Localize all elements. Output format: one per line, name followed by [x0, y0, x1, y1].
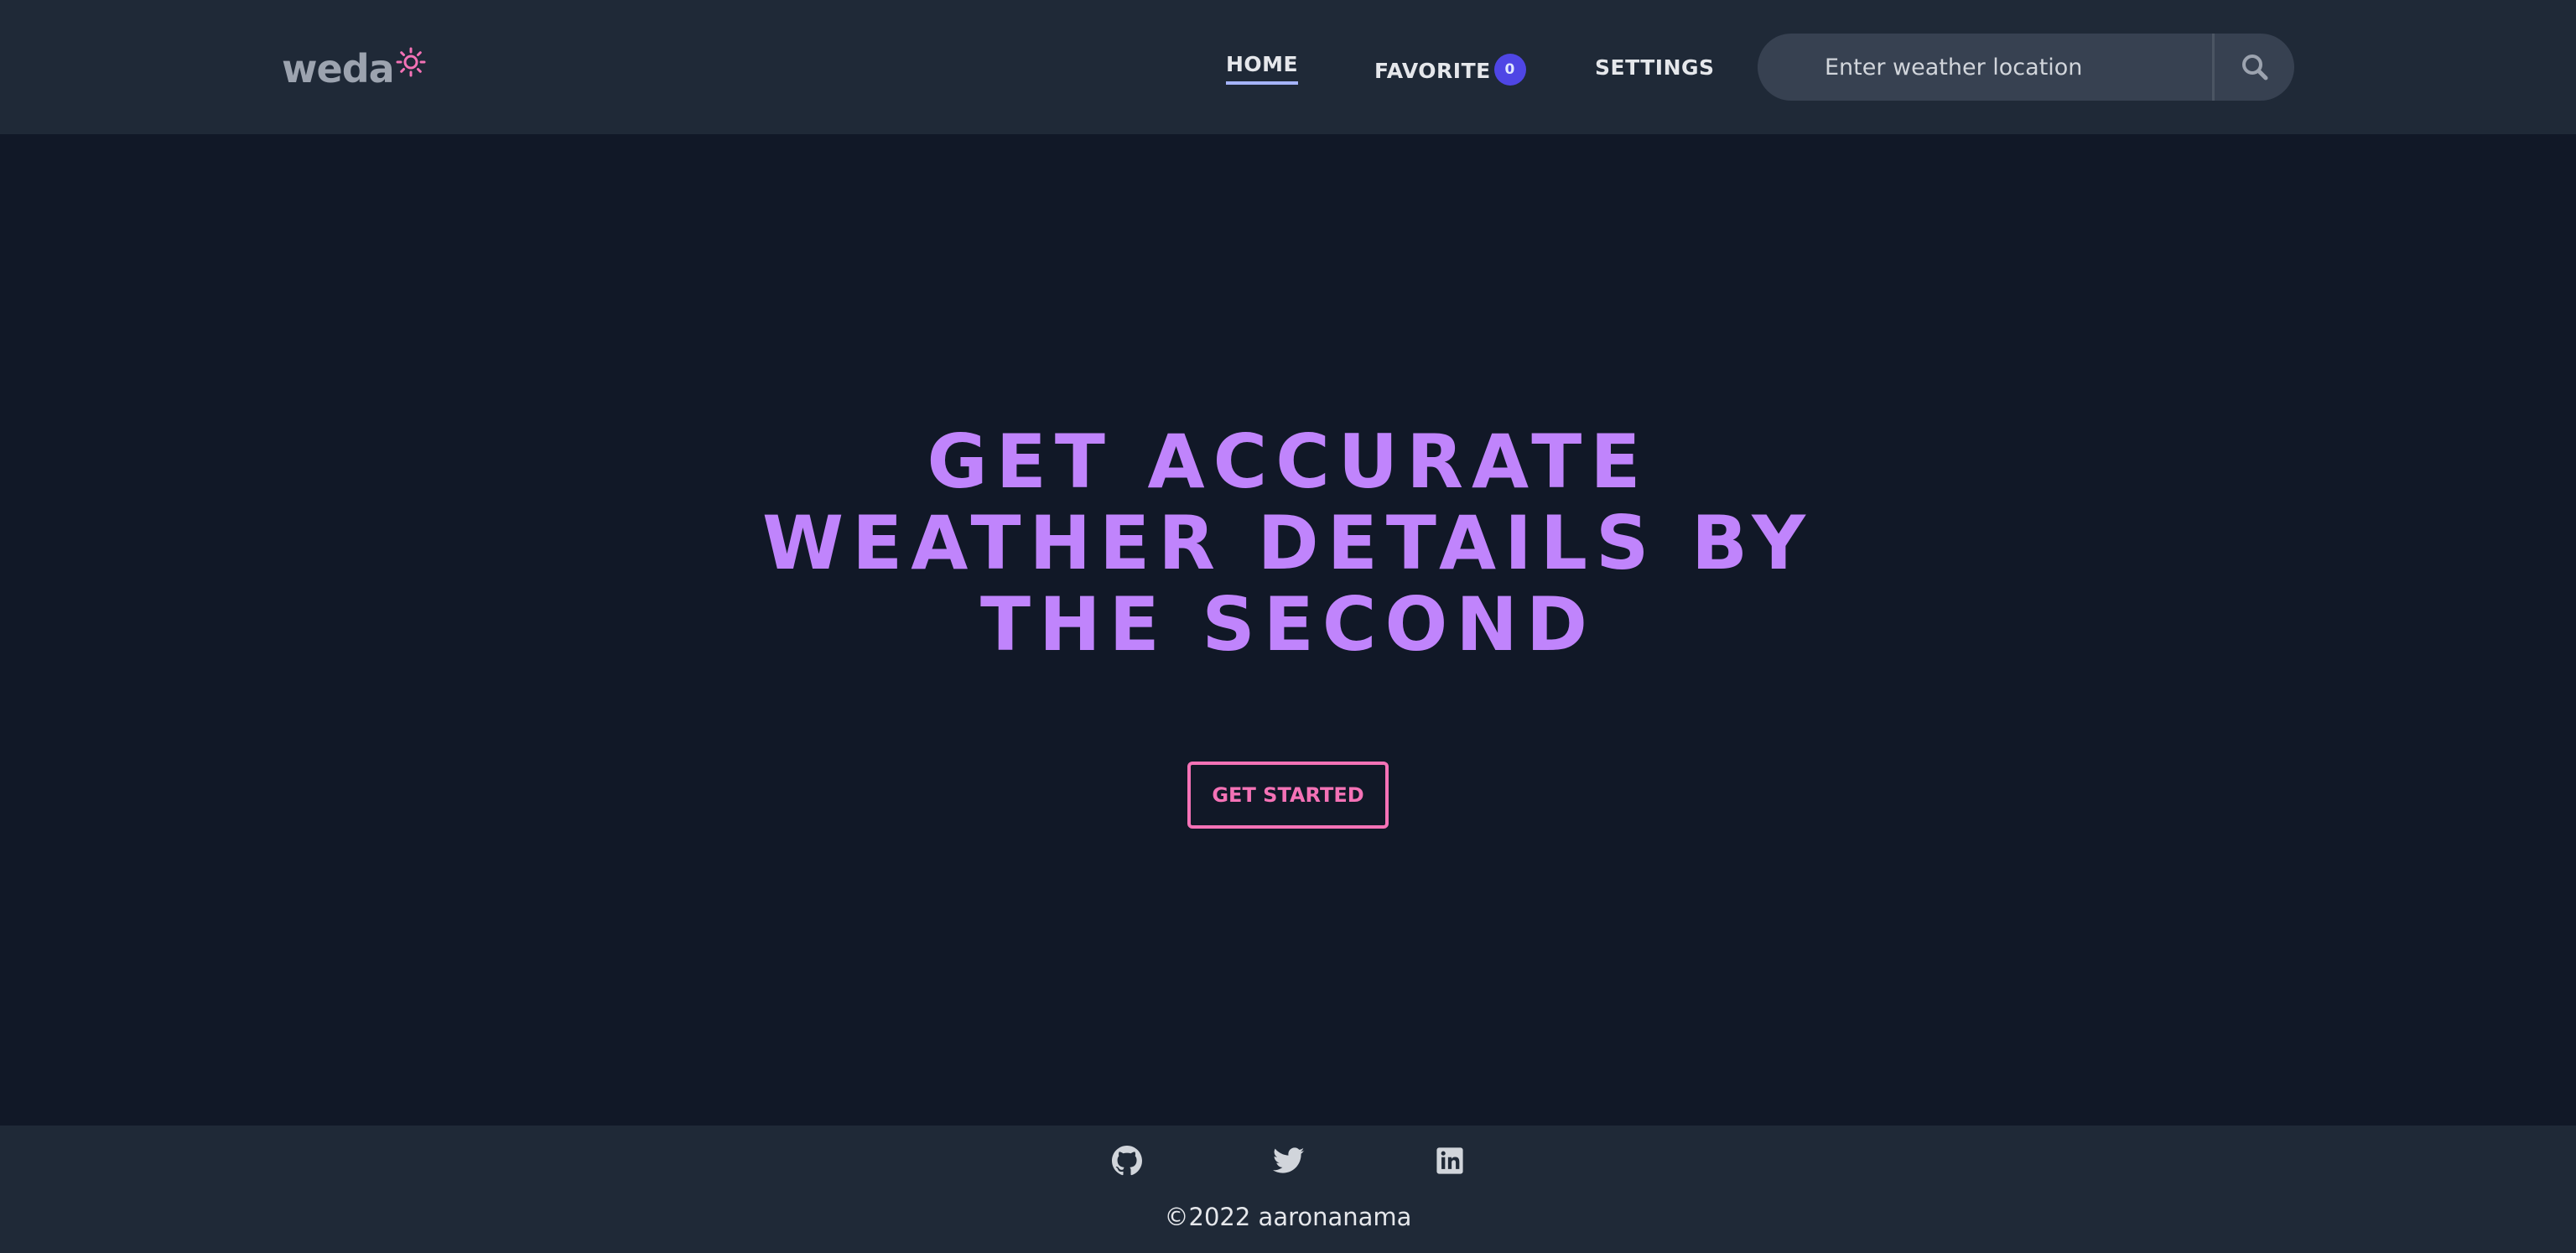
search-icon [2241, 55, 2267, 81]
search-button[interactable] [2212, 34, 2294, 101]
copyright-text: ©2022 aaronanama [1164, 1203, 1412, 1231]
linkedin-icon [1436, 1147, 1463, 1174]
search-bar [1758, 34, 2294, 101]
nav-favorite-link[interactable]: FAVORITE 0 [1374, 54, 1526, 86]
favorite-count-badge: 0 [1493, 54, 1526, 86]
nav-settings-link[interactable]: SETTINGS [1595, 55, 1715, 80]
logo[interactable]: weda [282, 44, 426, 94]
hero-title-line: THE SECOND [979, 581, 1596, 668]
logo-text: weda [282, 46, 395, 91]
hero-title-line: GET ACCURATE [927, 419, 1649, 505]
top-navbar: weda HOME FAVORITE 0 SETTINGS [0, 0, 2576, 134]
sun-icon [396, 47, 426, 77]
footer: ©2022 aaronanama [0, 1126, 2576, 1253]
nav-home-link[interactable]: HOME [1226, 52, 1299, 85]
linkedin-link[interactable] [1433, 1144, 1467, 1178]
hero-section: GET ACCURATE WEATHER DETAILS BY THE SECO… [0, 134, 2576, 1126]
search-input[interactable] [1758, 34, 2212, 101]
twitter-icon [1273, 1147, 1305, 1173]
github-link[interactable] [1110, 1144, 1144, 1178]
get-started-button[interactable]: GET STARTED [1187, 762, 1389, 829]
twitter-link[interactable] [1272, 1144, 1306, 1178]
github-icon [1112, 1146, 1142, 1176]
hero-title-line: WEATHER DETAILS BY [762, 500, 1814, 586]
nav-favorite-label: FAVORITE [1374, 58, 1491, 83]
hero-title: GET ACCURATE WEATHER DETAILS BY THE SECO… [701, 421, 1875, 665]
